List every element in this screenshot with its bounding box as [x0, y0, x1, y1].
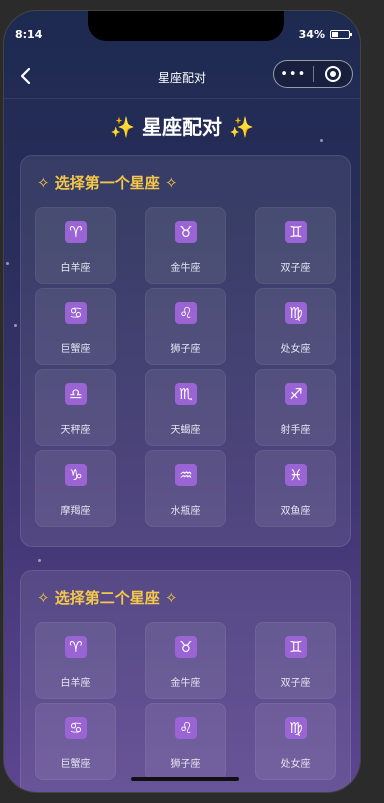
sign-name: 处女座 — [280, 344, 311, 355]
sign-option-cancer[interactable]: ♋ 巨蟹座 — [35, 703, 116, 780]
sign-option-virgo[interactable]: ♍ 处女座 — [255, 703, 336, 780]
sign-name: 狮子座 — [170, 344, 201, 355]
sign-name: 摩羯座 — [60, 506, 91, 517]
leo-icon: ♌ — [175, 717, 197, 739]
sign-option-capricorn[interactable]: ♑ 摩羯座 — [35, 450, 116, 527]
target-icon — [324, 66, 341, 82]
aries-icon: ♈ — [65, 221, 87, 243]
sign-option-sagittarius[interactable]: ♐ 射手座 — [255, 369, 336, 446]
cancer-icon: ♋ — [65, 717, 87, 739]
battery-icon — [330, 30, 352, 39]
sign-name: 处女座 — [280, 759, 311, 770]
sign-option-aries[interactable]: ♈ 白羊座 — [35, 622, 116, 699]
pisces-icon: ♓ — [285, 464, 307, 486]
status-time: 8:14 — [15, 28, 43, 41]
sparkle-icon: ✨ — [110, 115, 136, 139]
sign-name: 白羊座 — [60, 263, 91, 274]
sign-option-taurus[interactable]: ♉ 金牛座 — [145, 207, 226, 284]
taurus-icon: ♉ — [175, 221, 197, 243]
page-title: ✨ 星座配对 ✨ — [4, 111, 360, 140]
sign-name: 天蝎座 — [170, 425, 201, 436]
cancer-icon: ♋ — [65, 302, 87, 324]
sign-name: 天秤座 — [60, 425, 91, 436]
scorpio-icon: ♏ — [175, 383, 197, 405]
sign-option-libra[interactable]: ♎ 天秤座 — [35, 369, 116, 446]
first-sign-title: ✧ 选择第一个星座 ✧ — [37, 174, 178, 192]
sign-name: 白羊座 — [60, 678, 91, 689]
aries-icon: ♈ — [65, 636, 87, 658]
sign-name: 巨蟹座 — [60, 759, 91, 770]
sagittarius-icon: ♐ — [285, 383, 307, 405]
sign-name: 射手座 — [280, 425, 311, 436]
device-notch — [88, 11, 284, 41]
sign-option-scorpio[interactable]: ♏ 天蝎座 — [145, 369, 226, 446]
sign-option-gemini[interactable]: ♊ 双子座 — [255, 207, 336, 284]
star-decoration — [6, 262, 9, 265]
phone-screen: 8:14 34% 星座配对 ••• ✨ 星座配对 ✨ ✧ 选择第一个星座 ✧ ♈… — [3, 10, 361, 793]
sign-name: 双子座 — [280, 263, 311, 274]
gemini-icon: ♊ — [285, 636, 307, 658]
virgo-icon: ♍ — [285, 717, 307, 739]
sign-option-aquarius[interactable]: ♒ 水瓶座 — [145, 450, 226, 527]
more-menu-button[interactable]: ••• — [274, 67, 313, 82]
second-sign-card: ✧ 选择第二个星座 ✧ ♈ 白羊座 ♉ 金牛座 ♊ 双子座 ♋ 巨蟹座 ♌ 狮子座 ♍ 处女… — [20, 570, 351, 792]
gemini-icon: ♊ — [285, 221, 307, 243]
sign-name: 双鱼座 — [280, 506, 311, 517]
sign-name: 金牛座 — [170, 263, 201, 274]
taurus-icon: ♉ — [175, 636, 197, 658]
sign-name: 巨蟹座 — [60, 344, 91, 355]
page-title-text: 星座配对 — [135, 115, 229, 139]
aquarius-icon: ♒ — [175, 464, 197, 486]
navigation-bar: 星座配对 ••• — [4, 55, 360, 99]
close-button[interactable] — [313, 66, 352, 82]
sign-name: 水瓶座 — [170, 506, 201, 517]
star-decoration — [14, 324, 17, 327]
sign-name: 双子座 — [280, 678, 311, 689]
capricorn-icon: ♑ — [65, 464, 87, 486]
star-decoration — [38, 559, 41, 562]
sparkle-icon: ✨ — [228, 115, 254, 139]
first-sign-card: ✧ 选择第一个星座 ✧ ♈ 白羊座 ♉ 金牛座 ♊ 双子座 ♋ 巨蟹座 ♌ 狮子座 ♍ 处女… — [20, 155, 351, 547]
virgo-icon: ♍ — [285, 302, 307, 324]
second-sign-title: ✧ 选择第二个星座 ✧ — [37, 589, 178, 607]
first-sign-grid: ♈ 白羊座 ♉ 金牛座 ♊ 双子座 ♋ 巨蟹座 ♌ 狮子座 ♍ 处女座 ♎ 天秤座 ♏ 天蝎座 … — [35, 207, 336, 531]
sign-option-gemini[interactable]: ♊ 双子座 — [255, 622, 336, 699]
libra-icon: ♎ — [65, 383, 87, 405]
sign-name: 狮子座 — [170, 759, 201, 770]
sign-option-cancer[interactable]: ♋ 巨蟹座 — [35, 288, 116, 365]
battery-percent: 34% — [298, 28, 325, 41]
sign-name: 金牛座 — [170, 678, 201, 689]
second-sign-grid: ♈ 白羊座 ♉ 金牛座 ♊ 双子座 ♋ 巨蟹座 ♌ 狮子座 ♍ 处女座 — [35, 622, 336, 784]
status-indicators: 34% — [298, 28, 352, 41]
home-indicator — [131, 777, 239, 781]
sign-option-virgo[interactable]: ♍ 处女座 — [255, 288, 336, 365]
miniprogram-capsule: ••• — [273, 60, 353, 88]
leo-icon: ♌ — [175, 302, 197, 324]
sign-option-pisces[interactable]: ♓ 双鱼座 — [255, 450, 336, 527]
sign-option-taurus[interactable]: ♉ 金牛座 — [145, 622, 226, 699]
sign-option-leo[interactable]: ♌ 狮子座 — [145, 703, 226, 780]
sign-option-aries[interactable]: ♈ 白羊座 — [35, 207, 116, 284]
sign-option-leo[interactable]: ♌ 狮子座 — [145, 288, 226, 365]
